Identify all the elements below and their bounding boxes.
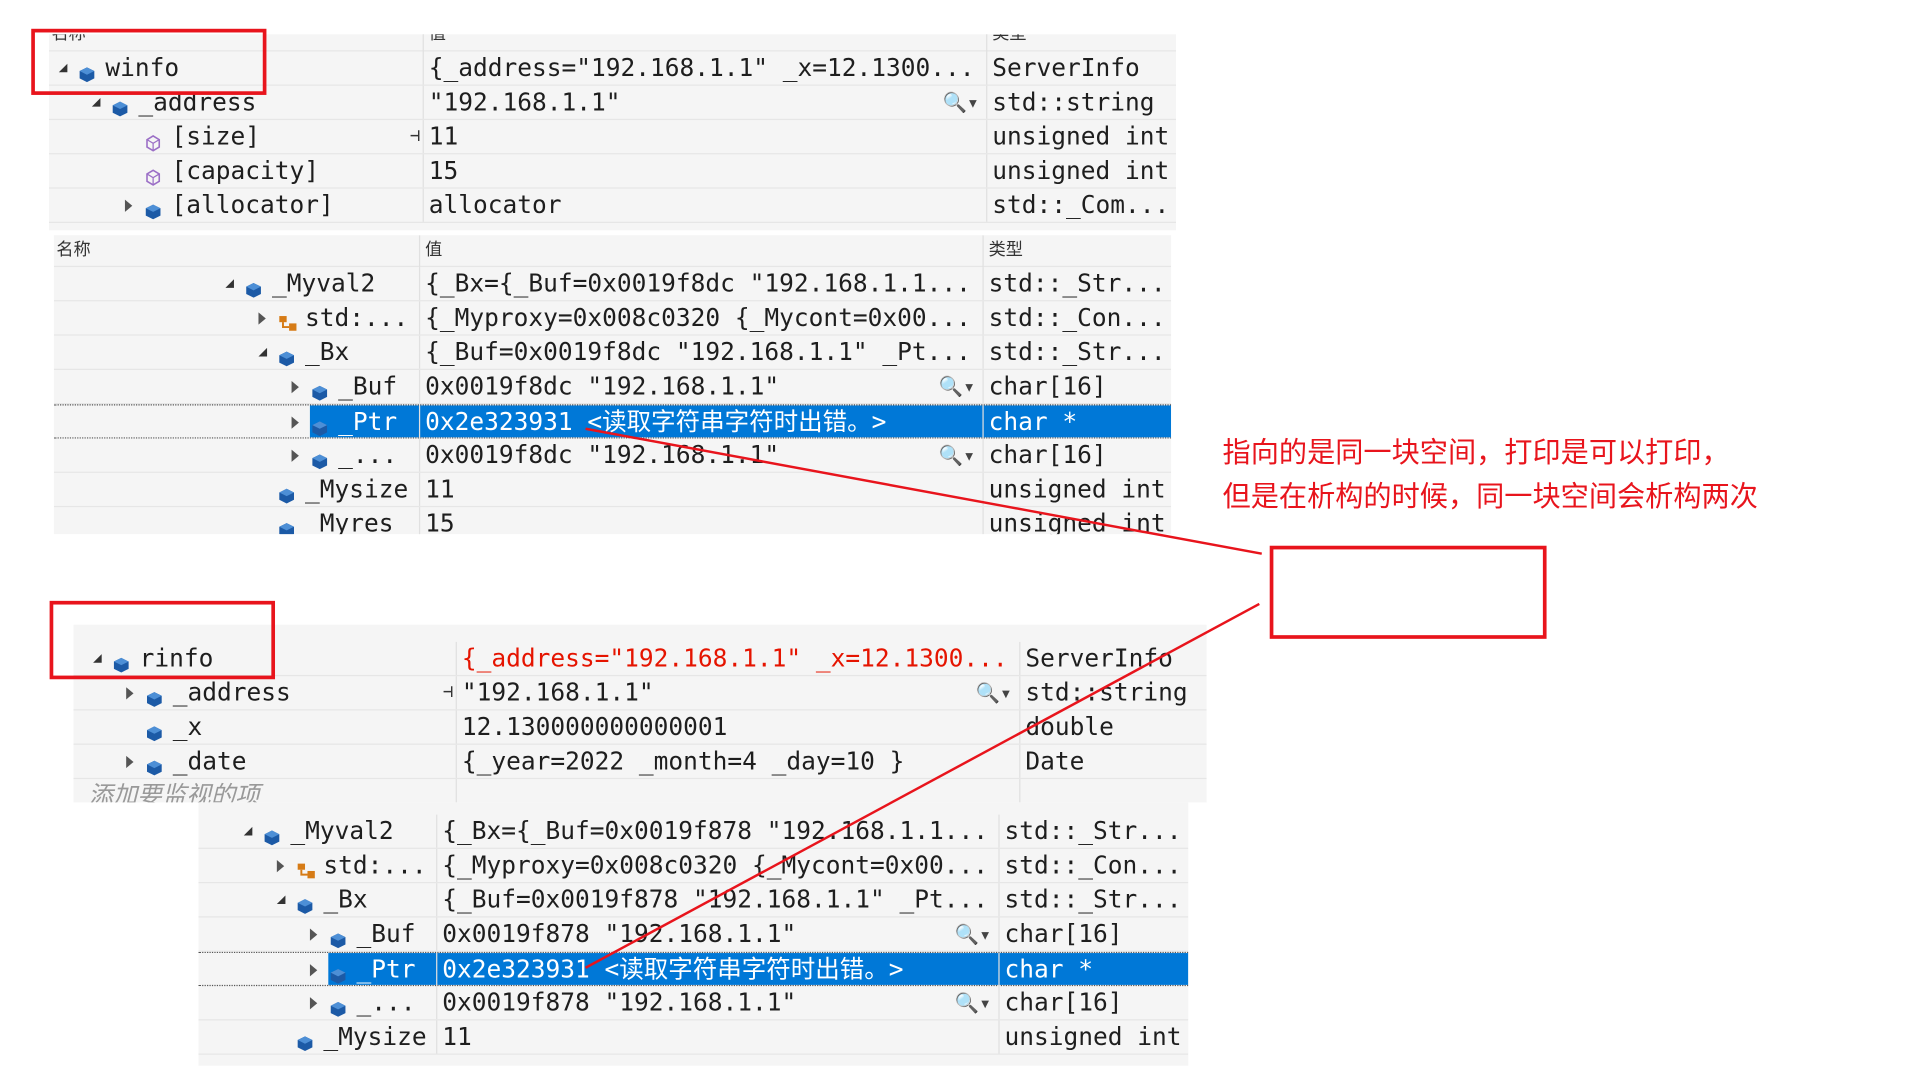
annotation-overlay xyxy=(31,28,1547,969)
screenshot-stage: 名称 值 类型 winfo {_address="192.168.1.1" _x=1… xyxy=(0,0,1911,1082)
pointer-line-rinfo-ptr xyxy=(584,602,1260,969)
pointer-line-winfo-ptr xyxy=(585,427,1262,555)
highlight-box-winfo xyxy=(31,28,267,95)
highlight-box-rinfo xyxy=(49,600,276,680)
annotation-line-1: 指向的是同一块空间，打印是可以打印， xyxy=(1222,437,1730,470)
empty-callout-box xyxy=(1269,545,1547,639)
annotation-line-2: 但是在析构的时候，同一块空间会析构两次 xyxy=(1222,481,1758,514)
